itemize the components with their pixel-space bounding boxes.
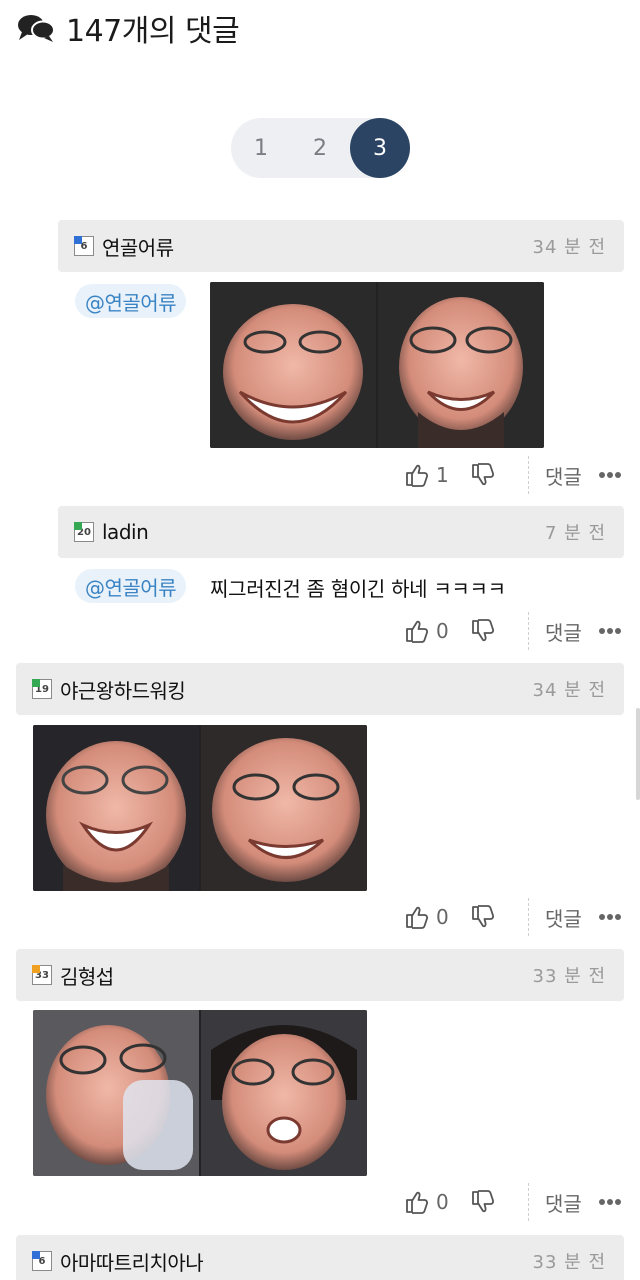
comment-header: 19 야근왕하드워킹 34 분 전: [16, 663, 624, 715]
like-count: 1: [436, 463, 449, 487]
comment-header: 20 ladin 7 분 전: [58, 506, 624, 558]
thumbs-up-icon[interactable]: [404, 462, 430, 488]
like-count: 0: [436, 905, 449, 929]
comment-count-title: 147개의 댓글: [66, 14, 240, 49]
face-image-left: [210, 282, 376, 448]
username[interactable]: 야근왕하드워킹: [60, 675, 186, 704]
mention-tag[interactable]: @연골어류: [75, 569, 187, 603]
divider: [528, 898, 529, 936]
timestamp: 33 분 전: [532, 966, 606, 987]
comment-image[interactable]: [210, 282, 544, 448]
like-count: 0: [436, 619, 449, 643]
more-options-icon[interactable]: [598, 471, 622, 479]
divider: [528, 1183, 529, 1221]
reply-button[interactable]: 댓글: [545, 1188, 582, 1217]
reply-button[interactable]: 댓글: [545, 903, 582, 932]
more-options-icon[interactable]: [598, 627, 622, 635]
comment-header: 33 김형섭 33 분 전: [16, 949, 624, 1001]
divider: [528, 456, 529, 494]
reply-button[interactable]: 댓글: [545, 617, 582, 646]
timestamp: 34 분 전: [532, 680, 606, 701]
mention-tag[interactable]: @연골어류: [75, 284, 187, 318]
like-count: 0: [436, 1190, 449, 1214]
chat-bubbles-icon: [18, 15, 55, 42]
page-2-button[interactable]: 2: [290, 118, 350, 178]
comment-image[interactable]: [33, 725, 367, 891]
comment-actions: 1 댓글: [404, 455, 640, 495]
face-image-left: [33, 725, 199, 891]
timestamp: 34 분 전: [532, 237, 606, 258]
comment-image[interactable]: [33, 1010, 367, 1176]
comments-header: 147개의 댓글: [16, 8, 240, 49]
thumbs-up-icon[interactable]: [404, 1189, 430, 1215]
thumbs-down-icon[interactable]: [470, 1189, 496, 1215]
comment-header: 6 아마따트리치아나 33 분 전: [16, 1235, 624, 1280]
face-image-right: [201, 725, 367, 891]
level-badge: 20: [74, 522, 94, 542]
thumbs-down-icon[interactable]: [470, 904, 496, 930]
more-options-icon[interactable]: [598, 913, 622, 921]
thumbs-up-icon[interactable]: [404, 904, 430, 930]
username[interactable]: ladin: [102, 520, 149, 544]
more-options-icon[interactable]: [598, 1198, 622, 1206]
comment-header: 6 연골어류 34 분 전: [58, 220, 624, 272]
level-badge: 6: [74, 236, 94, 256]
thumbs-down-icon[interactable]: [470, 462, 496, 488]
thumbs-up-icon[interactable]: [404, 618, 430, 644]
comment-text: 찌그러진건 좀 혐이긴 하네 ㅋㅋㅋㅋ: [210, 577, 506, 601]
username[interactable]: 연골어류: [102, 232, 174, 261]
reply-button[interactable]: 댓글: [545, 461, 582, 490]
page-1-button[interactable]: 1: [231, 118, 291, 178]
divider: [528, 612, 529, 650]
level-badge: 19: [32, 679, 52, 699]
face-image-right: [378, 282, 544, 448]
username[interactable]: 김형섭: [60, 961, 114, 990]
comment-actions: 0 댓글: [404, 1182, 640, 1222]
scrollbar[interactable]: [636, 708, 640, 800]
face-image-right: [201, 1010, 367, 1176]
page-3-button-current[interactable]: 3: [350, 118, 410, 178]
comment-actions: 0 댓글: [404, 611, 640, 651]
level-badge: 33: [32, 965, 52, 985]
level-badge: 6: [32, 1251, 52, 1271]
face-image-left: [33, 1010, 199, 1176]
timestamp: 33 분 전: [532, 1252, 606, 1273]
timestamp: 7 분 전: [544, 523, 606, 544]
pagination: 1 2 3: [231, 118, 410, 178]
comment-actions: 0 댓글: [404, 897, 640, 937]
username[interactable]: 아마따트리치아나: [60, 1247, 204, 1276]
thumbs-down-icon[interactable]: [470, 618, 496, 644]
